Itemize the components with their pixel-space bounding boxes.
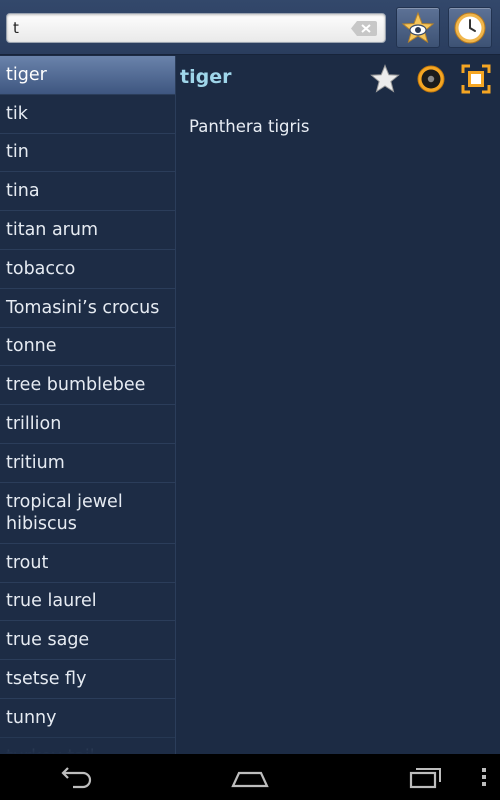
star-eye-icon (401, 11, 435, 43)
entry-term: tiger (180, 66, 232, 88)
detail-pane: tiger Panthera tigris (175, 56, 500, 754)
entry-definition: Panthera tigris (189, 117, 310, 136)
audio-button[interactable] (416, 64, 446, 94)
home-button[interactable] (225, 762, 275, 792)
top-bar (0, 0, 500, 55)
list-item[interactable]: tin (0, 134, 175, 173)
recent-apps-button[interactable] (400, 762, 450, 792)
list-item[interactable]: true laurel (0, 583, 175, 622)
system-nav-bar (0, 754, 500, 800)
back-icon (61, 767, 92, 789)
overflow-menu-icon (482, 768, 486, 786)
list-item[interactable]: tiger (0, 56, 175, 95)
favorites-button[interactable] (396, 7, 440, 48)
clock-icon (454, 12, 486, 43)
recent-apps-icon (409, 768, 441, 789)
list-item[interactable]: tik (0, 95, 175, 134)
back-button[interactable] (50, 762, 100, 792)
search-input[interactable] (13, 18, 333, 38)
list-item[interactable]: tropical jewel hibiscus (0, 483, 175, 544)
home-icon (231, 771, 269, 788)
list-item[interactable]: trout (0, 544, 175, 583)
list-item[interactable]: turkey tail (0, 738, 175, 754)
list-item[interactable]: tree bumblebee (0, 366, 175, 406)
expand-icon (461, 64, 491, 94)
search-box[interactable] (6, 13, 386, 43)
list-item[interactable]: tsetse fly (0, 660, 175, 699)
list-item[interactable]: tunny (0, 699, 175, 738)
list-item[interactable]: trillion (0, 405, 175, 444)
history-button[interactable] (448, 7, 492, 48)
overflow-menu-button[interactable] (474, 762, 494, 792)
list-item[interactable]: tritium (0, 444, 175, 483)
word-list[interactable]: tiger tik tin tina titan arum tobacco To… (0, 56, 175, 754)
star-icon (370, 64, 400, 93)
list-item[interactable]: titan arum (0, 211, 175, 250)
list-item[interactable]: tina (0, 172, 175, 212)
app-window: tiger tik tin tina titan arum tobacco To… (0, 0, 500, 800)
speaker-icon (417, 65, 445, 93)
list-item[interactable]: tobacco (0, 250, 175, 289)
clear-text-icon[interactable] (351, 21, 377, 36)
expand-button[interactable] (461, 64, 491, 94)
list-item[interactable]: tonne (0, 328, 175, 367)
list-item[interactable]: true sage (0, 621, 175, 661)
list-item[interactable]: Tomasini’s crocus (0, 289, 175, 328)
favorite-button[interactable] (370, 64, 400, 94)
